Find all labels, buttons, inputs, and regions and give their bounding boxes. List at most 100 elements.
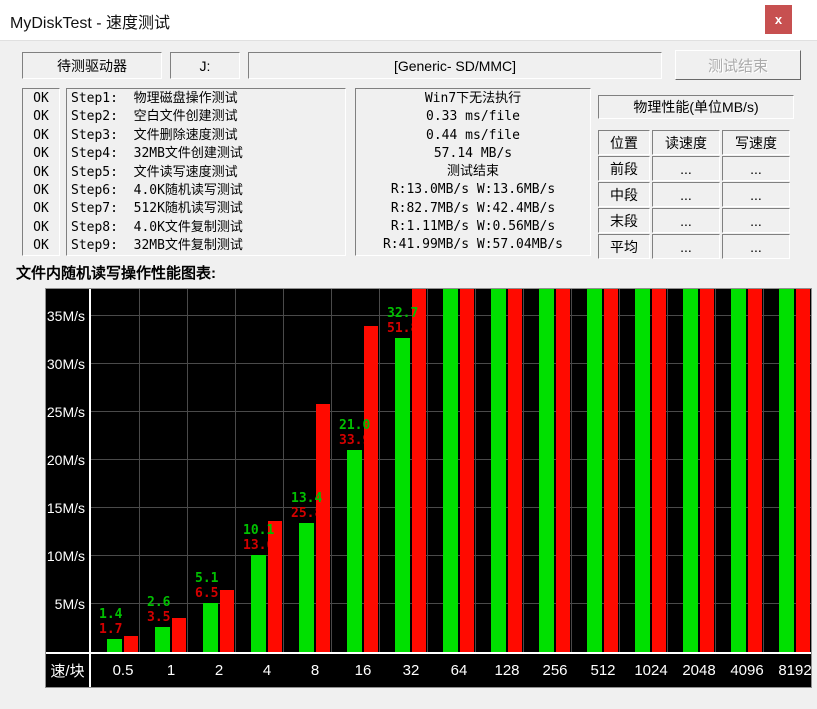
x-tick-label: 0.5 [99,654,147,687]
bar-write-32 [412,289,426,652]
step-status: OK [23,237,59,255]
bar-write-8 [316,404,330,652]
write-value: ... [722,208,790,233]
chart-section-title: 文件内随机读写操作性能图表: [16,262,216,283]
close-icon[interactable]: x [765,5,792,34]
write-value: ... [722,182,790,207]
drive-label: 待测驱动器 [22,52,162,79]
col-header-write-speed: 写速度 [722,130,790,155]
physical-performance-table: 位置 读速度 写速度 前段 ... ... 中段 ... ... 末段 ... … [598,130,794,256]
bar-value-read: 21.0 [339,418,370,433]
step-item: Step4: 32MB文件创建测试 [71,145,345,163]
step-status: OK [23,219,59,237]
bar-read-64 [443,289,458,652]
step-item: Step1: 物理磁盘操作测试 [71,90,345,108]
y-tick-label: 25M/s [46,403,85,421]
x-tick-label: 128 [483,654,531,687]
summary-line: 测试结束 [356,163,590,181]
bar-read-0.5 [107,639,122,652]
step-item: Step6: 4.0K随机读写测试 [71,182,345,200]
x-tick-label: 4 [243,654,291,687]
chart-plot-area: 1.41.72.63.55.16.510.113.613.425.821.033… [91,289,811,652]
gridline-vertical [523,289,524,652]
x-tick-label: 16 [339,654,387,687]
mydisktest-window: MyDiskTest - 速度测试 x 待测驱动器 J: [Generic- S… [0,0,817,709]
y-tick-label: 35M/s [46,307,85,325]
bar-read-1024 [635,289,650,652]
bar-value-write: 3.5 [147,610,170,625]
bar-write-8192 [796,289,810,652]
bar-read-2 [203,603,218,652]
bar-read-8 [299,523,314,652]
test-finish-button[interactable]: 测试结束 [675,50,801,80]
bar-write-4 [268,521,282,652]
row-label: 末段 [598,208,650,233]
bar-value-read: 5.1 [195,571,218,586]
performance-chart: 5M/s10M/s15M/s20M/s25M/s30M/s35M/s 1.41.… [45,288,812,688]
gridline-vertical [331,289,332,652]
summary-line: R:82.7MB/s W:42.4MB/s [356,200,590,218]
bar-read-8192 [779,289,794,652]
gridline-vertical [715,289,716,652]
gridline-vertical [763,289,764,652]
x-tick-label: 4096 [723,654,771,687]
summary-line: R:41.99MB/s W:57.04MB/s [356,236,590,254]
x-tick-label: 1 [147,654,195,687]
gridline-vertical [619,289,620,652]
summary-line: R:13.0MB/s W:13.6MB/s [356,181,590,199]
step-status-list: OK OK OK OK OK OK OK OK OK [22,88,60,256]
bar-read-512 [587,289,602,652]
x-tick-label: 512 [579,654,627,687]
x-tick-label: 2 [195,654,243,687]
gridline-vertical [187,289,188,652]
bar-value-read: 13.4 [291,491,322,506]
step-item: Step3: 文件删除速度测试 [71,127,345,145]
bar-write-2 [220,590,234,652]
bar-read-2048 [683,289,698,652]
bar-read-16 [347,450,362,652]
drive-letter-field[interactable]: J: [170,52,240,79]
summary-line: 0.44 ms/file [356,127,590,145]
step-list: Step1: 物理磁盘操作测试 Step2: 空白文件创建测试 Step3: 文… [66,88,346,256]
x-tick-label: 32 [387,654,435,687]
window-title: MyDiskTest - 速度测试 [10,9,170,33]
title-bar: MyDiskTest - 速度测试 x [0,0,817,41]
bar-value-read: 1.4 [99,607,122,622]
result-summary-panel: Win7下无法执行 0.33 ms/file 0.44 ms/file 57.1… [355,88,591,256]
read-value: ... [652,182,720,207]
bar-write-1 [172,618,186,652]
col-header-read-speed: 读速度 [652,130,720,155]
bar-read-1 [155,627,170,652]
bar-write-0.5 [124,636,138,652]
step-item: Step9: 32MB文件复制测试 [71,237,345,255]
x-tick-label: 2048 [675,654,723,687]
step-item: Step2: 空白文件创建测试 [71,108,345,126]
y-tick-label: 15M/s [46,499,85,517]
row-label: 中段 [598,182,650,207]
row-label: 平均 [598,234,650,259]
bar-write-64 [460,289,474,652]
bar-value-read: 32.7 [387,306,418,321]
physical-performance-title: 物理性能(单位MB/s) [598,95,794,119]
write-value: ... [722,156,790,181]
gridline-vertical [475,289,476,652]
step-status: OK [23,145,59,163]
gridline-vertical [379,289,380,652]
step-item: Step8: 4.0K文件复制测试 [71,219,345,237]
gridline-vertical [235,289,236,652]
read-value: ... [652,208,720,233]
bar-read-256 [539,289,554,652]
bar-write-4096 [748,289,762,652]
bar-value-write: 6.5 [195,586,218,601]
step-status: OK [23,127,59,145]
write-value: ... [722,234,790,259]
y-tick-label: 20M/s [46,451,85,469]
summary-line: Win7下无法执行 [356,90,590,108]
row-label: 前段 [598,156,650,181]
bar-write-512 [604,289,618,652]
summary-line: 0.33 ms/file [356,108,590,126]
step-status: OK [23,164,59,182]
summary-line: 57.14 MB/s [356,145,590,163]
gridline-vertical [667,289,668,652]
summary-line: R:1.11MB/s W:0.56MB/s [356,218,590,236]
